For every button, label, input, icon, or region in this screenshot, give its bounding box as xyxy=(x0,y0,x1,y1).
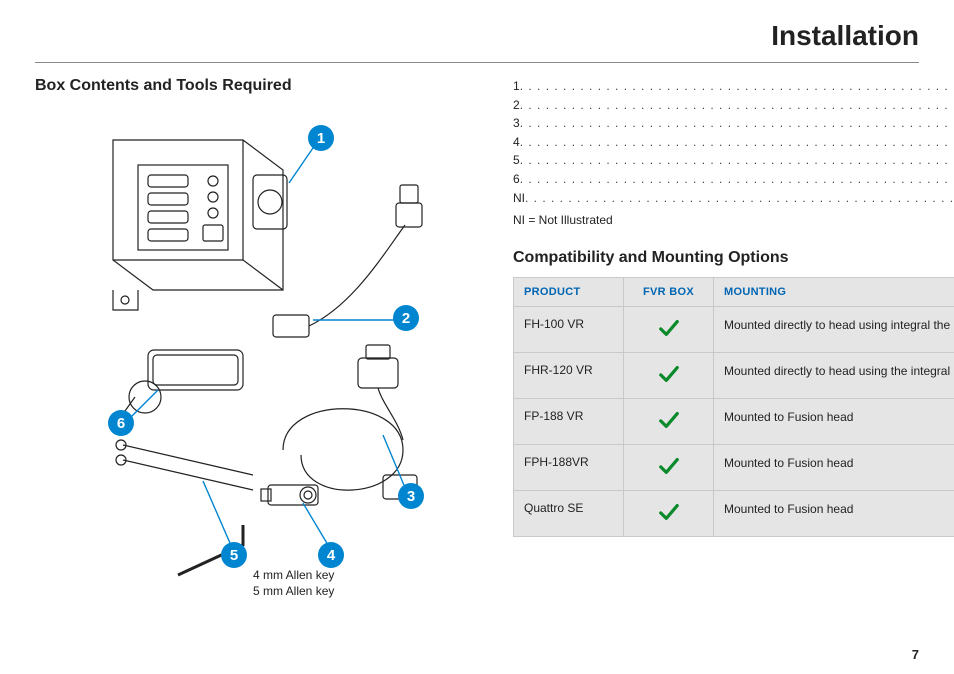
parts-num: 2 xyxy=(513,96,520,115)
check-icon xyxy=(658,501,680,523)
cell-product: FHR-120 VR xyxy=(514,353,624,399)
th-fvr-box: FVR BOX xyxy=(624,278,714,307)
cell-check xyxy=(624,491,714,537)
allen-key-5mm: 5 mm Allen key xyxy=(253,583,334,599)
cell-check xyxy=(624,307,714,353)
callout-bubble-2: 2 xyxy=(393,305,419,331)
parts-row: 1FVR Box xyxy=(513,77,954,96)
dot-leader xyxy=(520,170,954,189)
parts-row: 3RS232 null modem cable xyxy=(513,114,954,133)
cell-product: FP-188 VR xyxy=(514,399,624,445)
cell-product: Quattro SE xyxy=(514,491,624,537)
allen-key-note: 4 mm Allen key 5 mm Allen key xyxy=(253,567,334,599)
callout-bubble-5: 5 xyxy=(221,542,247,568)
dot-leader xyxy=(525,189,954,208)
parts-row: NIInstallation Guide xyxy=(513,189,954,208)
parts-row: 6Power supply unit (supplied for FH-100 … xyxy=(513,170,954,189)
allen-key-4mm: 4 mm Allen key xyxy=(253,567,334,583)
callout-bubble-6: 6 xyxy=(108,410,134,436)
cell-mounting: Mounted to Fusion head xyxy=(714,445,954,491)
page: Installation Box Contents and Tools Requ… xyxy=(0,0,954,674)
parts-num: 4 xyxy=(513,133,520,152)
dot-leader xyxy=(520,133,954,152)
parts-list: 1FVR Box 2VR Interface Cable 3RS232 null… xyxy=(513,77,954,207)
table-header-row: PRODUCT FVR BOX MOUNTING xyxy=(514,278,954,307)
cell-product: FPH-188VR xyxy=(514,445,624,491)
table-row: FH-100 VR Mounted directly to head using… xyxy=(514,307,954,353)
box-contents-heading: Box Contents and Tools Required xyxy=(35,77,485,95)
dot-leader xyxy=(520,151,954,170)
parts-num: 3 xyxy=(513,114,520,133)
parts-num: 6 xyxy=(513,170,520,189)
compatibility-heading: Compatibility and Mounting Options xyxy=(513,249,954,267)
callout-bubble-4: 4 xyxy=(318,542,344,568)
check-icon xyxy=(658,409,680,431)
diagram-svg xyxy=(53,105,483,585)
dot-leader xyxy=(520,96,954,115)
parts-num: 5 xyxy=(513,151,520,170)
parts-row: 4USB memory stick xyxy=(513,133,954,152)
table-row: FP-188 VR Mounted to Fusion head xyxy=(514,399,954,445)
page-title: Installation xyxy=(35,20,919,52)
cell-mounting: Mounted to Fusion head xyxy=(714,399,954,445)
ni-note: NI = Not Illustrated xyxy=(513,213,954,227)
table-row: FPH-188VR Mounted to Fusion head xyxy=(514,445,954,491)
table-row: FHR-120 VR Mounted directly to head usin… xyxy=(514,353,954,399)
box-contents-diagram: 1 2 3 4 5 6 4 mm Allen key 5 mm Allen ke… xyxy=(53,105,483,585)
page-number: 7 xyxy=(912,647,919,662)
cell-check xyxy=(624,353,714,399)
cell-mounting: Mounted directly to head using integral … xyxy=(714,307,954,353)
check-icon xyxy=(658,317,680,339)
right-column: 1FVR Box 2VR Interface Cable 3RS232 null… xyxy=(513,77,954,585)
cell-mounting: Mounted directly to head using the integ… xyxy=(714,353,954,399)
divider xyxy=(35,62,919,63)
callout-bubble-1: 1 xyxy=(308,125,334,151)
th-mounting: MOUNTING xyxy=(714,278,954,307)
dot-leader xyxy=(520,114,954,133)
parts-row: 2VR Interface Cable xyxy=(513,96,954,115)
left-column: Box Contents and Tools Required xyxy=(35,77,485,585)
parts-row: 5Box mounting screws xyxy=(513,151,954,170)
check-icon xyxy=(658,455,680,477)
check-icon xyxy=(658,363,680,385)
table-row: Quattro SE Mounted to Fusion head xyxy=(514,491,954,537)
parts-num: NI xyxy=(513,189,525,208)
cell-mounting: Mounted to Fusion head xyxy=(714,491,954,537)
compatibility-table: PRODUCT FVR BOX MOUNTING FH-100 VR Mount… xyxy=(513,277,954,537)
th-product: PRODUCT xyxy=(514,278,624,307)
cell-check xyxy=(624,445,714,491)
callout-bubble-3: 3 xyxy=(398,483,424,509)
cell-product: FH-100 VR xyxy=(514,307,624,353)
dot-leader xyxy=(520,77,954,96)
columns: Box Contents and Tools Required xyxy=(35,77,919,585)
cell-check xyxy=(624,399,714,445)
parts-num: 1 xyxy=(513,77,520,96)
